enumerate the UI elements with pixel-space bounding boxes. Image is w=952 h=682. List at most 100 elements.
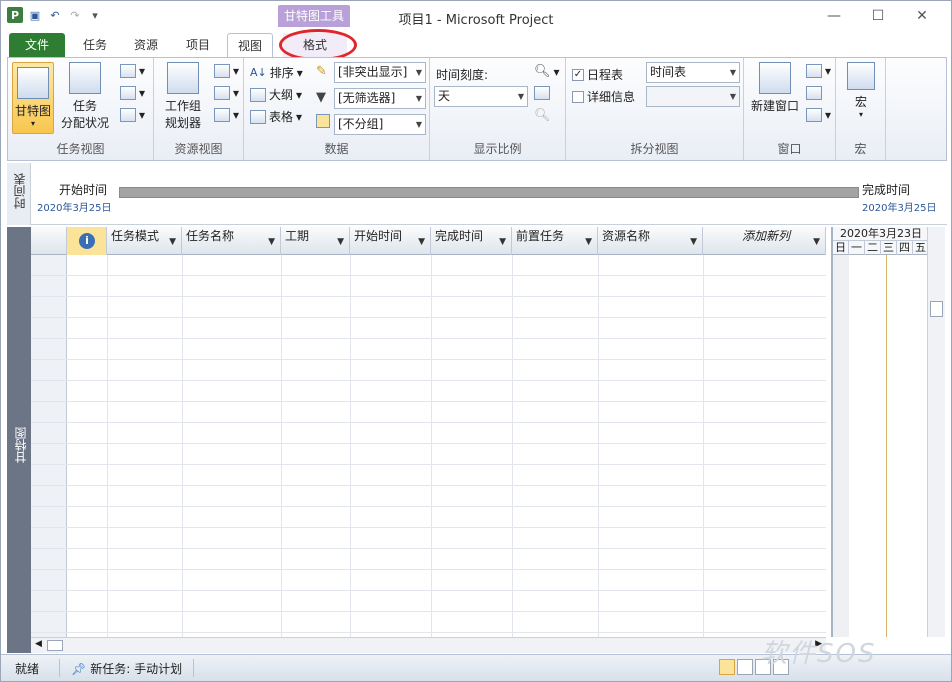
- details-view-combo[interactable]: ▼: [646, 86, 740, 107]
- close-icon[interactable]: ✕: [913, 7, 931, 25]
- team-planner-button[interactable]: 工作组 规划器: [158, 62, 208, 131]
- column-header-duration[interactable]: 工期 ▼: [281, 227, 350, 255]
- details-check-label: 详细信息: [587, 90, 636, 104]
- column-header-start[interactable]: 开始时间 ▼: [350, 227, 431, 255]
- outline-button[interactable]: 大纲 ▾: [250, 86, 302, 103]
- grid-line: [281, 255, 282, 637]
- timeline-side-label: 时间表: [13, 173, 27, 209]
- group-combo[interactable]: [不分组] ▼: [334, 114, 426, 135]
- vertical-scrollbar[interactable]: [927, 227, 945, 637]
- column-header-finish[interactable]: 完成时间 ▼: [431, 227, 512, 255]
- status-ready: 就绪: [15, 662, 40, 676]
- scroll-thumb[interactable]: [47, 640, 63, 651]
- gantt-view-shortcut-icon[interactable]: [719, 659, 735, 675]
- task-usage-button[interactable]: 任务 分配状况: [56, 62, 114, 131]
- macros-label: 宏: [854, 95, 867, 109]
- task-usage-label-2: 分配状况: [60, 116, 109, 130]
- filter-value: [无筛选器]: [338, 91, 396, 105]
- start-header-label: 开始时间: [354, 229, 403, 243]
- macros-icon: [847, 62, 875, 90]
- arrange-all-button[interactable]: [806, 86, 822, 100]
- group-zoom: 时间刻度: 天 ▼ 🔍︎ ▾ 🔍︎ 显示比例: [430, 58, 566, 160]
- horizontal-scrollbar[interactable]: ◀ ▶: [31, 637, 826, 653]
- grid-line: [703, 255, 704, 637]
- other-resource-views-button[interactable]: ▾: [214, 108, 239, 122]
- column-header-resource-names[interactable]: 资源名称 ▼: [598, 227, 703, 255]
- details-check-box: [572, 90, 584, 103]
- new-window-button[interactable]: 新建窗口: [748, 62, 802, 114]
- tab-file[interactable]: 文件: [9, 33, 65, 57]
- day-label: 三: [881, 241, 897, 255]
- maximize-icon[interactable]: ☐: [869, 7, 887, 25]
- tables-button[interactable]: 表格 ▾: [250, 108, 302, 125]
- grid-line: [350, 255, 351, 637]
- chart-week-header: 2020年3月23日: [833, 227, 927, 241]
- minimize-icon[interactable]: —: [825, 7, 843, 25]
- day-label: 四: [897, 241, 913, 255]
- pin-icon: 📌︎: [71, 661, 87, 676]
- calendar-view-button[interactable]: ▾: [120, 86, 145, 100]
- tab-project[interactable]: 项目: [177, 33, 219, 57]
- column-header-task-mode[interactable]: 任务模式 ▼: [107, 227, 182, 255]
- timeline-view-combo[interactable]: 时间表 ▼: [646, 62, 740, 83]
- timescale-combo[interactable]: 天 ▼: [434, 86, 528, 107]
- details-checkbox[interactable]: 详细信息: [572, 88, 635, 105]
- group-by-icon: [316, 114, 330, 128]
- tab-task[interactable]: 任务: [75, 33, 115, 57]
- outline-icon: [250, 87, 266, 102]
- filter-combo[interactable]: [无筛选器] ▼: [334, 88, 426, 109]
- switch-windows-button[interactable]: ▾: [806, 64, 831, 78]
- day-label: 二: [865, 241, 881, 255]
- task-sheet[interactable]: i 任务模式 ▼ 任务名称 ▼ 工期 ▼ 开始时间 ▼ 完成时间 ▼ 前置任务 ▼ 资源名称…: [31, 227, 826, 637]
- gantt-chart-area[interactable]: 2020年3月23日 日 一 二 三 四 五: [831, 227, 927, 637]
- column-header-predecessors[interactable]: 前置任务 ▼: [512, 227, 598, 255]
- new-window-icon: [759, 62, 791, 94]
- tab-resource[interactable]: 资源: [125, 33, 167, 57]
- ribbon: 甘特图 ▾ 任务 分配状况 ▾ ▾ ▾ 任务视图 工作组 规划器 ▾ ▾ ▾ 资…: [7, 57, 947, 161]
- current-date-line: [886, 255, 887, 637]
- gantt-side-bar: 甘特图: [7, 227, 31, 653]
- team-planner-label-2: 规划器: [164, 116, 201, 130]
- finish-header-label: 完成时间: [435, 229, 484, 243]
- timeline-end-date: 2020年3月25日: [862, 203, 937, 214]
- selected-tasks-button[interactable]: 🔍︎: [534, 108, 551, 123]
- grid-line: [598, 255, 599, 637]
- hide-window-button[interactable]: ▾: [806, 108, 831, 122]
- zoom-button[interactable]: 🔍︎ ▾: [534, 64, 560, 79]
- entire-project-button[interactable]: [534, 86, 550, 100]
- network-diagram-icon: [120, 64, 136, 78]
- column-header-task-name[interactable]: 任务名称 ▼: [182, 227, 281, 255]
- task-usage-shortcut-icon[interactable]: [737, 659, 753, 675]
- resource-sheet-button[interactable]: ▾: [214, 64, 239, 78]
- timeline-side-bar: 时间表: [7, 163, 31, 225]
- vertical-scroll-thumb[interactable]: [930, 301, 943, 317]
- scroll-left-icon[interactable]: ◀: [35, 639, 42, 649]
- column-header-add-new[interactable]: 添加新列 ▼: [703, 227, 826, 255]
- task-name-header-label: 任务名称: [186, 229, 235, 243]
- timeline-view-value: 时间表: [650, 65, 687, 79]
- resource-usage-button[interactable]: ▾: [214, 86, 239, 100]
- timeline-pane[interactable]: 时间表 开始时间 2020年3月25日 完成时间 2020年3月25日: [7, 163, 947, 225]
- task-rows[interactable]: [31, 255, 826, 637]
- grid-line: [512, 255, 513, 637]
- timeline-check-mark: ✓: [572, 68, 584, 81]
- indicators-column-header[interactable]: i: [67, 227, 107, 255]
- status-separator: [193, 659, 194, 677]
- sort-button[interactable]: A↓ 排序 ▾: [250, 64, 303, 81]
- group-value: [不分组]: [338, 117, 384, 131]
- day-label: 五: [913, 241, 927, 255]
- entire-project-icon: [534, 86, 550, 100]
- other-views-button[interactable]: ▾: [120, 108, 145, 122]
- new-tasks-mode[interactable]: 📌︎ 新任务: 手动计划: [71, 660, 182, 677]
- group-resource-views: 工作组 规划器 ▾ ▾ ▾ 资源视图: [154, 58, 244, 160]
- network-diagram-button[interactable]: ▾: [120, 64, 145, 78]
- gantt-side-label: 甘特图: [14, 427, 28, 463]
- timeline-bar[interactable]: [119, 187, 859, 198]
- tab-view[interactable]: 视图: [227, 33, 273, 57]
- highlight-combo[interactable]: [非突出显示] ▼: [334, 62, 426, 83]
- timeline-checkbox[interactable]: ✓ 日程表: [572, 66, 623, 83]
- select-all-cell[interactable]: [31, 227, 67, 255]
- gantt-chart-button[interactable]: 甘特图 ▾: [12, 62, 54, 134]
- macros-button[interactable]: 宏 ▾: [844, 62, 878, 119]
- other-resource-views-icon: [214, 108, 230, 122]
